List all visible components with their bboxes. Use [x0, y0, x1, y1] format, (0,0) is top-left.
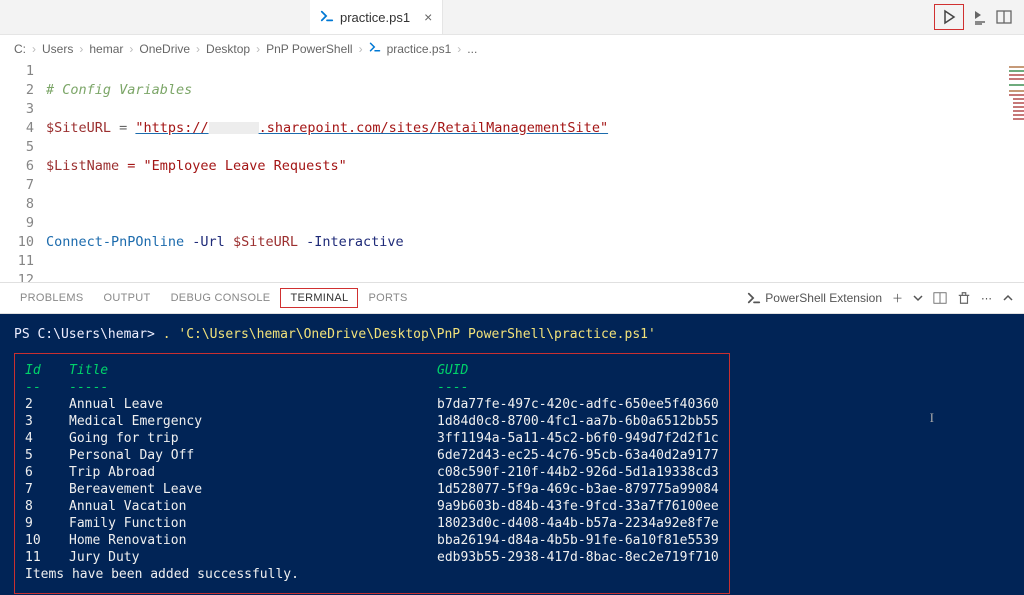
tab-bar-leading	[0, 0, 310, 34]
tab-bar: practice.ps1 ×	[0, 0, 1024, 35]
panel-tab-output[interactable]: OUTPUT	[94, 283, 161, 313]
terminal-output-row: 2Annual Leaveb7da77fe-497c-420c-adfc-650…	[25, 396, 719, 413]
breadcrumb[interactable]: C:› Users› hemar› OneDrive› Desktop› PnP…	[0, 35, 1024, 62]
terminal-output-row: 3Medical Emergency1d84d0c8-8700-4fc1-aa7…	[25, 413, 719, 430]
panel-collapse-icon[interactable]	[1002, 292, 1014, 304]
terminal-output-row: 10Home Renovationbba26194-d84a-4b5b-91fe…	[25, 532, 719, 549]
breadcrumb-trail: ...	[467, 42, 477, 56]
breadcrumb-part[interactable]: OneDrive	[139, 42, 190, 56]
new-terminal-button[interactable]: ＋	[892, 290, 903, 306]
breadcrumb-part[interactable]: hemar	[89, 42, 123, 56]
panel-tab-terminal[interactable]: TERMINAL	[280, 288, 358, 308]
close-tab-icon[interactable]: ×	[424, 9, 432, 25]
breadcrumb-part[interactable]: Desktop	[206, 42, 250, 56]
run-script-button[interactable]	[934, 4, 964, 30]
panel-tab-ports[interactable]: PORTS	[358, 283, 417, 313]
terminal-output-row: 6Trip Abroadc08c590f-210f-44b2-926d-5d1a…	[25, 464, 719, 481]
terminal-output-row: 9Family Function18023d0c-d408-4a4b-b57a-…	[25, 515, 719, 532]
panel-more-icon[interactable]: ⋯	[981, 292, 992, 305]
code-editor[interactable]: 1234 5678 9101112 # Config Variables $Si…	[0, 62, 1005, 282]
term-col-guid: GUID	[437, 362, 468, 379]
terminal-output-row: 11Jury Dutyedb93b55-2938-417d-8bac-8ec2e…	[25, 549, 719, 566]
split-editor-icon[interactable]	[996, 9, 1012, 25]
terminal[interactable]: PS C:\Users\hemar> . 'C:\Users\hemar\One…	[0, 314, 1024, 595]
breadcrumb-part[interactable]: C:	[14, 42, 26, 56]
breadcrumb-part[interactable]: PnP PowerShell	[266, 42, 353, 56]
panel-tab-problems[interactable]: PROBLEMS	[10, 283, 94, 313]
split-terminal-icon[interactable]	[933, 291, 947, 305]
terminal-output-box: Id Title GUID -- ----- ---- 2Annual Leav…	[14, 353, 730, 594]
terminal-shell-label: PowerShell Extension	[765, 291, 882, 305]
minimap[interactable]	[1005, 62, 1024, 282]
terminal-shell-selector[interactable]: PowerShell Extension	[747, 291, 882, 305]
term-col-id: Id	[25, 362, 69, 379]
editor-tab-label: practice.ps1	[340, 10, 410, 25]
terminal-prompt-line: PS C:\Users\hemar> . 'C:\Users\hemar\One…	[14, 326, 1010, 343]
panel-tab-bar: PROBLEMS OUTPUT DEBUG CONSOLE TERMINAL P…	[0, 282, 1024, 314]
term-col-title: Title	[69, 362, 437, 379]
breadcrumb-file[interactable]: practice.ps1	[387, 42, 452, 56]
kill-terminal-icon[interactable]	[957, 291, 971, 305]
panel-tab-debug-console[interactable]: DEBUG CONSOLE	[161, 283, 281, 313]
terminal-success-line: Items have been added successfully.	[25, 566, 719, 583]
line-gutter: 1234 5678 9101112	[0, 62, 46, 282]
editor-tab-practice[interactable]: practice.ps1 ×	[310, 0, 443, 34]
terminal-text-cursor: I	[930, 409, 934, 426]
powershell-file-icon	[320, 9, 334, 26]
code-content[interactable]: # Config Variables $SiteURL = "https://.…	[46, 62, 1005, 282]
powershell-file-icon	[369, 41, 381, 56]
run-selection-button[interactable]	[972, 9, 988, 25]
terminal-output-row: 4Going for trip3ff1194a-5a11-45c2-b6f0-9…	[25, 430, 719, 447]
terminal-output-row: 7Bereavement Leave1d528077-5f9a-469c-b3a…	[25, 481, 719, 498]
terminal-output-row: 8Annual Vacation9a9b603b-d84b-43fe-9fcd-…	[25, 498, 719, 515]
terminal-dropdown-icon[interactable]	[913, 293, 923, 303]
terminal-output-row: 5Personal Day Off6de72d43-ec25-4c76-95cb…	[25, 447, 719, 464]
breadcrumb-part[interactable]: Users	[42, 42, 73, 56]
